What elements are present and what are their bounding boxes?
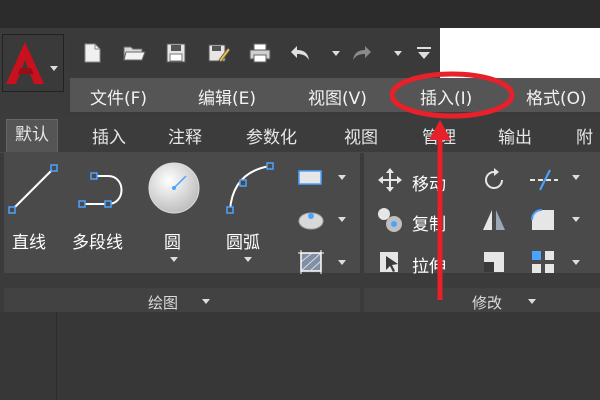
red-annotation <box>389 71 515 300</box>
